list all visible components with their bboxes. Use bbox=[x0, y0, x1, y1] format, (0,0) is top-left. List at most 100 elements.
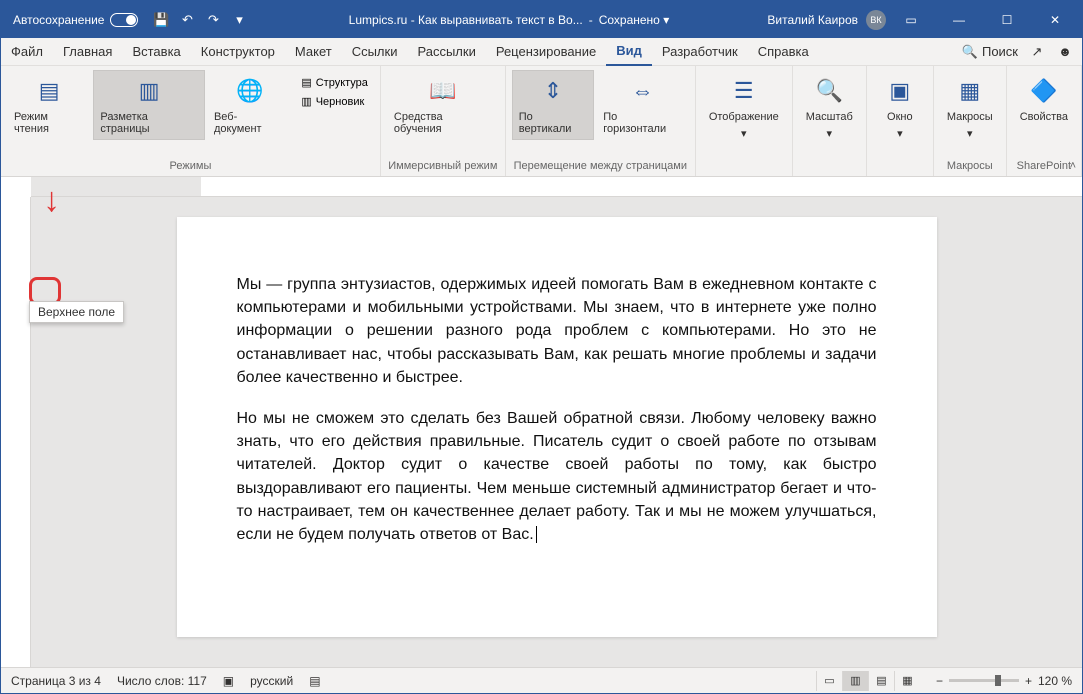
zoom-value[interactable]: 120 % bbox=[1038, 674, 1072, 688]
read-mode-icon[interactable]: ▤ bbox=[868, 671, 894, 691]
top-margin-tooltip: Верхнее поле bbox=[29, 301, 124, 323]
accessibility-icon[interactable]: ▤ bbox=[309, 674, 320, 688]
tab-mailings[interactable]: Рассылки bbox=[407, 38, 485, 66]
language-status[interactable]: русский bbox=[250, 674, 293, 688]
titlebar: Автосохранение 💾 ↶ ↷ ▾ Lumpics.ru - Как … bbox=[1, 1, 1082, 38]
tab-developer[interactable]: Разработчик bbox=[652, 38, 748, 66]
group-window: ▣Окно▾ bbox=[867, 66, 934, 176]
horizontal-ruler[interactable] bbox=[31, 177, 1082, 197]
group-move-label: Перемещение между страницами bbox=[514, 158, 687, 174]
close-icon[interactable]: ✕ bbox=[1032, 1, 1078, 38]
word-count[interactable]: Число слов: 117 bbox=[117, 674, 207, 688]
properties-button[interactable]: 🔷Свойства bbox=[1013, 70, 1075, 128]
window-icon: ▣ bbox=[884, 75, 916, 107]
statusbar: Страница 3 из 4 Число слов: 117 ▣ русски… bbox=[1, 667, 1082, 693]
text-cursor bbox=[536, 526, 537, 543]
reading-mode-button[interactable]: ▤Режим чтения bbox=[7, 70, 91, 140]
tab-references[interactable]: Ссылки bbox=[342, 38, 408, 66]
group-macros: ▦Макросы▾ Макросы bbox=[934, 66, 1007, 176]
menubar: Файл Главная Вставка Конструктор Макет С… bbox=[1, 38, 1082, 66]
group-immersive: 📖Средства обучения Иммерсивный режим bbox=[381, 66, 506, 176]
save-icon[interactable]: 💾 bbox=[150, 9, 172, 31]
horizontal-icon: ⇔ bbox=[627, 75, 659, 107]
tab-layout[interactable]: Макет bbox=[285, 38, 342, 66]
globe-icon: 🌐 bbox=[234, 75, 266, 107]
group-macros-label: Макросы bbox=[947, 158, 993, 174]
undo-icon[interactable]: ↶ bbox=[176, 9, 198, 31]
group-modes-label: Режимы bbox=[170, 158, 212, 174]
web-layout-icon[interactable]: ▦ bbox=[894, 671, 920, 691]
macros-button[interactable]: ▦Макросы▾ bbox=[940, 70, 1000, 145]
view-buttons: ▭ ▥ ▤ ▦ bbox=[816, 671, 920, 691]
eye-icon: ☰ bbox=[728, 75, 760, 107]
book-icon: ▤ bbox=[33, 75, 65, 107]
zoom-button[interactable]: 🔍Масштаб▾ bbox=[799, 70, 860, 145]
quick-access-toolbar: 💾 ↶ ↷ ▾ bbox=[150, 9, 250, 31]
paragraph-2[interactable]: Но мы не сможем это сделать без Вашей об… bbox=[237, 407, 877, 546]
zoom-out-button[interactable]: − bbox=[936, 674, 943, 688]
focus-mode-icon[interactable]: ▭ bbox=[816, 671, 842, 691]
draft-icon: ▥ bbox=[301, 95, 311, 108]
autosave-group: Автосохранение bbox=[1, 13, 150, 27]
learning-icon: 📖 bbox=[427, 75, 459, 107]
arrow-down-icon: ↓ bbox=[43, 181, 60, 220]
window-button[interactable]: ▣Окно▾ bbox=[873, 70, 927, 145]
maximize-icon[interactable]: ☐ bbox=[984, 1, 1030, 38]
tab-home[interactable]: Главная bbox=[53, 38, 122, 66]
share-icon[interactable]: ↗ bbox=[1022, 44, 1052, 60]
search-icon: 🔍 bbox=[962, 44, 978, 60]
paragraph-1[interactable]: Мы — группа энтузиастов, одержимых идеей… bbox=[237, 273, 877, 389]
draft-button[interactable]: ▥Черновик bbox=[299, 93, 370, 110]
page-icon: ▥ bbox=[133, 75, 165, 107]
macros-icon: ▦ bbox=[954, 75, 986, 107]
qat-dropdown-icon[interactable]: ▾ bbox=[228, 9, 250, 31]
document-area[interactable]: Мы — группа энтузиастов, одержимых идеей… bbox=[31, 197, 1082, 667]
tab-review[interactable]: Рецензирование bbox=[486, 38, 606, 66]
group-display: ☰Отображение▾ bbox=[696, 66, 793, 176]
proofing-icon[interactable]: ▣ bbox=[223, 674, 234, 688]
ribbon: ▤Режим чтения ▥Разметка страницы 🌐Веб- д… bbox=[1, 66, 1082, 177]
zoom-control: − + 120 % bbox=[936, 674, 1072, 688]
sharepoint-icon: 🔷 bbox=[1028, 75, 1060, 107]
outline-button[interactable]: ▤Структура bbox=[299, 74, 370, 91]
print-layout-icon[interactable]: ▥ bbox=[842, 671, 868, 691]
horizontal-button[interactable]: ⇔По горизонтали bbox=[596, 70, 689, 140]
search-label[interactable]: Поиск bbox=[982, 44, 1018, 59]
collapse-ribbon-icon[interactable]: ˄ bbox=[1070, 160, 1076, 172]
learning-tools-button[interactable]: 📖Средства обучения bbox=[387, 70, 499, 140]
minimize-icon[interactable]: — bbox=[936, 1, 982, 38]
vertical-button[interactable]: ⇕По вертикали bbox=[512, 70, 595, 140]
workspace: Мы — группа энтузиастов, одержимых идеей… bbox=[1, 197, 1082, 667]
group-page-movement: ⇕По вертикали ⇔По горизонтали Перемещени… bbox=[506, 66, 696, 176]
vertical-ruler[interactable] bbox=[1, 197, 31, 667]
saved-status[interactable]: Сохранено ▾ bbox=[599, 13, 670, 27]
title-center: Lumpics.ru - Как выравнивать текст в Во.… bbox=[250, 13, 767, 27]
ribbon-options-icon[interactable]: ▭ bbox=[888, 1, 934, 38]
outline-icon: ▤ bbox=[301, 76, 311, 89]
user-name[interactable]: Виталий Каиров bbox=[767, 13, 858, 27]
group-modes: ▤Режим чтения ▥Разметка страницы 🌐Веб- д… bbox=[1, 66, 381, 176]
web-layout-button[interactable]: 🌐Веб- документ bbox=[207, 70, 293, 140]
mode-extra-list: ▤Структура ▥Черновик bbox=[295, 70, 374, 114]
display-button[interactable]: ☰Отображение▾ bbox=[702, 70, 786, 145]
redo-icon[interactable]: ↷ bbox=[202, 9, 224, 31]
group-sharepoint-label: SharePoint bbox=[1017, 158, 1071, 174]
vertical-icon: ⇕ bbox=[537, 75, 569, 107]
avatar[interactable]: ВК bbox=[866, 10, 886, 30]
print-layout-button[interactable]: ▥Разметка страницы bbox=[93, 70, 205, 140]
tab-insert[interactable]: Вставка bbox=[122, 38, 190, 66]
tab-file[interactable]: Файл bbox=[1, 38, 53, 66]
comments-icon[interactable]: ☻ bbox=[1056, 44, 1074, 59]
magnifier-icon: 🔍 bbox=[813, 75, 845, 107]
tab-help[interactable]: Справка bbox=[748, 38, 819, 66]
tab-design[interactable]: Конструктор bbox=[191, 38, 285, 66]
tab-view[interactable]: Вид bbox=[606, 38, 652, 66]
page[interactable]: Мы — группа энтузиастов, одержимых идеей… bbox=[177, 217, 937, 637]
autosave-toggle[interactable] bbox=[110, 13, 138, 27]
group-zoom: 🔍Масштаб▾ bbox=[793, 66, 867, 176]
autosave-label: Автосохранение bbox=[13, 13, 104, 27]
title-right: Виталий Каиров ВК ▭ — ☐ ✕ bbox=[767, 1, 1082, 38]
zoom-slider[interactable] bbox=[949, 679, 1019, 682]
zoom-in-button[interactable]: + bbox=[1025, 674, 1032, 688]
page-status[interactable]: Страница 3 из 4 bbox=[11, 674, 101, 688]
